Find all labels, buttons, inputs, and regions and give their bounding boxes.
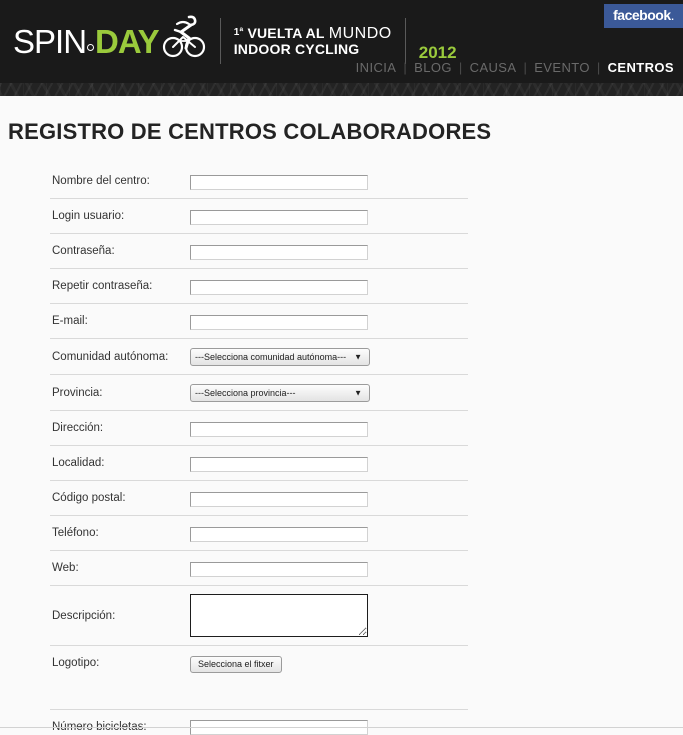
label-email: E-mail: (52, 315, 88, 327)
label-telefono: Teléfono: (52, 527, 99, 539)
nav-separator: | (403, 60, 408, 75)
contrasena-input[interactable] (190, 244, 368, 260)
label-repetir-contrasena: Repetir contraseña: (52, 280, 153, 292)
form-row-direccion: Dirección: (50, 411, 468, 446)
direccion-input[interactable] (190, 421, 368, 437)
nav-separator: | (596, 60, 601, 75)
nav-item-inicia[interactable]: INICIA (356, 60, 397, 75)
form-row-nombre-centro: Nombre del centro: (50, 164, 468, 199)
facebook-dot: . (670, 7, 675, 23)
label-codigo-postal: Código postal: (52, 492, 126, 504)
facebook-badge[interactable]: facebook. (604, 4, 683, 28)
claim-superscript: 1ª (233, 26, 244, 38)
nav-separator: | (458, 60, 463, 75)
form-row-localidad: Localidad: (50, 446, 468, 481)
form-row-comunidad: Comunidad autónoma: ---Selecciona comuni… (50, 339, 468, 375)
nav-item-evento[interactable]: EVENTO (534, 60, 590, 75)
form-row-logotipo: Logotipo: Selecciona el fitxer (50, 646, 468, 710)
label-localidad: Localidad: (52, 457, 105, 469)
main-nav: INICIA | BLOG | CAUSA | EVENTO | CENTROS (356, 60, 674, 75)
label-web: Web: (52, 562, 79, 574)
web-input[interactable] (190, 561, 368, 577)
claim-indoor: INDOOR (233, 41, 291, 58)
site-header: SPIN DAY 1ª VUELTA AL MUNDO INDOOR CYCLI… (0, 0, 683, 96)
form-row-codigo-postal: Código postal: (50, 481, 468, 516)
logo-divider-1 (219, 18, 221, 64)
label-comunidad: Comunidad autónoma: (52, 350, 169, 363)
descripcion-textarea[interactable] (190, 594, 368, 637)
nav-item-centros[interactable]: CENTROS (608, 60, 674, 75)
comunidad-select[interactable]: ---Selecciona comunidad autónoma--- (190, 348, 370, 366)
form-row-provincia: Provincia: ---Selecciona provincia--- ▼ (50, 375, 468, 411)
form-row-repetir-contrasena: Repetir contraseña: (50, 269, 468, 304)
repetir-contrasena-input[interactable] (190, 279, 368, 295)
page-title: REGISTRO DE CENTROS COLABORADORES (8, 119, 492, 144)
logo-brand-spin: SPIN (13, 22, 87, 60)
logo-registered-dot (87, 43, 95, 51)
logo-claim: 1ª VUELTA AL MUNDO INDOOR CYCLING (234, 25, 392, 57)
codigo-postal-input[interactable] (190, 491, 368, 507)
logotipo-file-button[interactable]: Selecciona el fitxer (190, 656, 282, 673)
form-row-email: E-mail: (50, 304, 468, 339)
form-row-contrasena: Contraseña: (50, 234, 468, 269)
localidad-input[interactable] (190, 456, 368, 472)
facebook-label: facebook (613, 7, 671, 23)
form-table: Nombre del centro: Login usuario: Contra… (50, 164, 468, 735)
form-row-login-usuario: Login usuario: (50, 199, 468, 234)
label-contrasena: Contraseña: (52, 245, 115, 257)
header-texture-strip (0, 83, 683, 96)
logo-brand-day: DAY (95, 22, 160, 60)
nav-item-blog[interactable]: BLOG (414, 60, 452, 75)
form-row-web: Web: (50, 551, 468, 586)
label-direccion: Dirección: (52, 422, 104, 434)
login-usuario-input[interactable] (190, 209, 368, 225)
claim-cycling: CYCLING (294, 41, 360, 58)
label-numero-bicicletas: Número bicicletas: (52, 720, 147, 733)
logo-wordmark: SPIN DAY (13, 22, 160, 60)
logo-divider-2 (404, 18, 406, 64)
cyclist-icon (161, 11, 207, 68)
label-nombre-centro: Nombre del centro: (52, 175, 150, 187)
footer-divider (0, 727, 683, 728)
nav-separator: | (523, 60, 528, 75)
claim-vuelta-al: VUELTA AL (247, 24, 325, 41)
form-row-numero-bicicletas: Número bicicletas: (50, 709, 468, 735)
form-row-telefono: Teléfono: (50, 516, 468, 551)
label-logotipo: Logotipo: (52, 657, 100, 670)
label-descripcion: Descripción: (52, 609, 116, 622)
email-input[interactable] (190, 314, 368, 330)
nav-item-causa[interactable]: CAUSA (470, 60, 517, 75)
registration-form: Nombre del centro: Login usuario: Contra… (0, 164, 683, 735)
nombre-centro-input[interactable] (190, 174, 368, 190)
label-login-usuario: Login usuario: (52, 210, 125, 222)
form-row-descripcion: Descripción: (50, 586, 468, 646)
telefono-input[interactable] (190, 526, 368, 542)
provincia-select[interactable]: ---Selecciona provincia--- (190, 384, 370, 402)
claim-mundo: MUNDO (328, 24, 392, 42)
label-provincia: Provincia: (52, 386, 103, 399)
